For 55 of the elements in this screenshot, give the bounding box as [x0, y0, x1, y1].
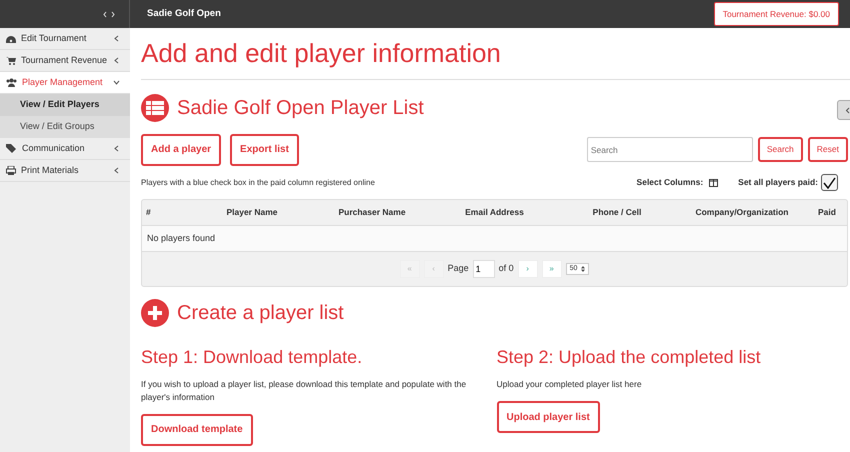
step-button[interactable]: Download template: [141, 414, 253, 446]
page-number-field[interactable]: 1: [472, 260, 495, 278]
action-button[interactable]: Export list: [230, 134, 299, 166]
chevron-left-icon: [113, 35, 120, 42]
chevron-left-icon: [844, 106, 850, 114]
add-icon: [141, 298, 169, 327]
column-header: Phone / Cell: [592, 206, 642, 219]
sidebar-item[interactable]: Print Materials: [0, 160, 130, 182]
revenue-button[interactable]: Tournament Revenue: $0.00: [714, 2, 839, 26]
section-title: Sadie Golf Open Player List: [177, 96, 424, 120]
sidebar-item[interactable]: Communication: [0, 138, 130, 160]
up-down-arrows-icon: [581, 266, 586, 272]
column-header: #: [145, 206, 152, 219]
select-columns-label: Select Columns:: [636, 176, 704, 190]
step-title: Step 1: Download template.: [141, 346, 364, 368]
step-title: Step 2: Upload the completed list: [496, 346, 762, 368]
cart-icon: [6, 56, 16, 65]
column-header: Purchaser Name: [337, 206, 407, 219]
tournament-title: Sadie Golf Open: [146, 6, 221, 21]
section-title: Create a player list: [177, 300, 344, 325]
paid-note: Players with a blue check box in the paid column registered online: [141, 176, 375, 189]
printer-icon: [6, 166, 16, 175]
list-icon: [141, 94, 169, 122]
column-header: Email Address: [464, 206, 525, 219]
empty-message: No players found: [147, 232, 216, 245]
sidebar-item[interactable]: Player Management: [0, 72, 130, 94]
chevron-left-icon: [113, 167, 120, 174]
set-all-paid-label: Set all players paid:: [738, 176, 818, 190]
step-description: If you wish to upload a player list, please download this template and populate with the player's information: [141, 378, 468, 404]
search-button[interactable]: Search: [758, 137, 803, 162]
page-count: of 0: [498, 262, 514, 276]
dashboard-icon: [6, 34, 16, 43]
reset-button[interactable]: Reset: [808, 137, 848, 162]
page-label: Page: [448, 262, 469, 276]
column-header: Company/Organization: [694, 206, 790, 219]
set-all-paid-checkbox[interactable]: [821, 174, 838, 192]
sidebar-subitem[interactable]: View / Edit Groups: [0, 116, 130, 138]
action-button[interactable]: Add a player: [141, 134, 222, 166]
chevron-left-icon: [113, 57, 120, 64]
people-icon: [6, 78, 17, 87]
collapse-sidebar-icon[interactable]: [103, 10, 115, 18]
chevron-down-icon: [113, 79, 120, 86]
page-title: Add and edit player information: [141, 37, 850, 80]
chevron-left-icon: [113, 145, 120, 152]
step-button[interactable]: Upload player list: [496, 401, 600, 434]
sidebar-subitem[interactable]: View / Edit Players: [0, 94, 130, 116]
sidebar-item[interactable]: Edit Tournament: [0, 28, 130, 50]
last-page-button[interactable]: »: [542, 260, 562, 278]
step-description: Upload your completed player list here: [496, 378, 643, 392]
column-header: Paid: [817, 206, 837, 219]
tag-icon: [6, 144, 17, 153]
next-page-button[interactable]: ›: [518, 260, 538, 278]
column-header: Player Name: [225, 206, 279, 219]
search-field[interactable]: Search: [586, 137, 753, 162]
columns-icon[interactable]: [709, 178, 718, 187]
